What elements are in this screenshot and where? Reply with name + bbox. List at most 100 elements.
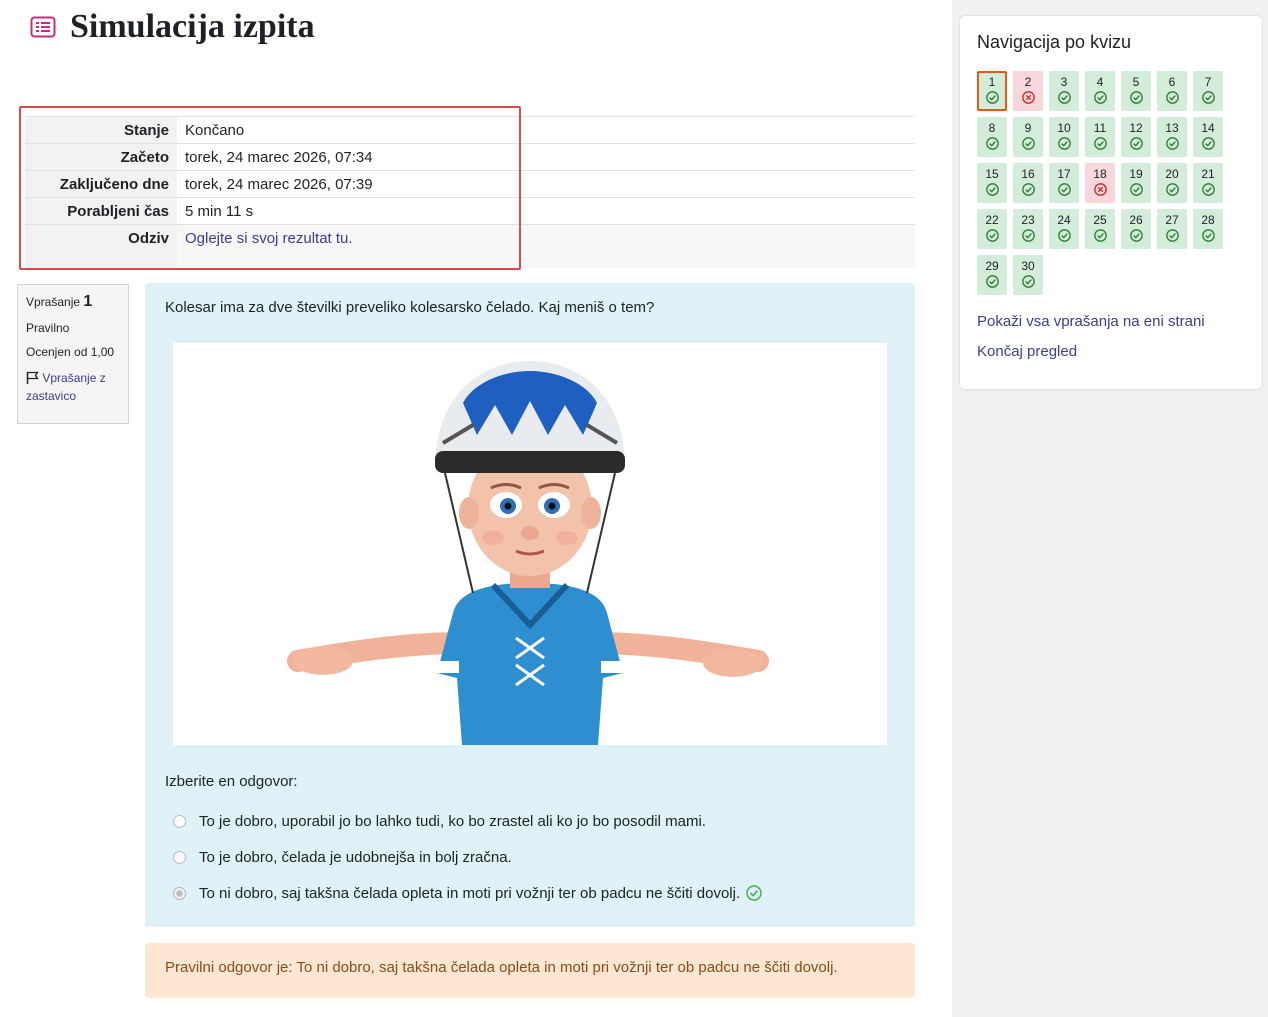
nav-question-number: 16 [1021, 167, 1035, 181]
nav-question-number: 3 [1060, 75, 1068, 89]
nav-question-button[interactable]: 12 [1121, 117, 1151, 157]
nav-question-button[interactable]: 20 [1157, 163, 1187, 203]
nav-question-button[interactable]: 11 [1085, 117, 1115, 157]
nav-question-button[interactable]: 9 [1013, 117, 1043, 157]
correct-icon [1129, 137, 1143, 150]
correct-icon [1165, 137, 1179, 150]
answer-prompt: Izberite en odgovor: [165, 773, 298, 790]
nav-question-button[interactable]: 26 [1121, 209, 1151, 249]
attempt-summary-table: Stanje Končano Začeto torek, 24 marec 20… [25, 116, 915, 268]
nav-question-button[interactable]: 28 [1193, 209, 1223, 249]
nav-question-number: 25 [1093, 213, 1107, 227]
correct-icon [1093, 137, 1107, 150]
summary-label: Zaključeno dne [25, 170, 177, 198]
answer-list: To je dobro, uporabil jo bo lahko tudi, … [173, 803, 762, 911]
correct-icon [1201, 183, 1215, 196]
answer-radio-selected[interactable] [173, 886, 186, 900]
summary-value: Končano [177, 116, 915, 144]
answer-radio[interactable] [173, 814, 186, 828]
nav-question-button[interactable]: 15 [977, 163, 1007, 203]
nav-question-button[interactable]: 24 [1049, 209, 1079, 249]
summary-row-started: Začeto torek, 24 marec 2026, 07:34 [25, 143, 915, 171]
nav-question-button[interactable]: 22 [977, 209, 1007, 249]
nav-question-number: 13 [1165, 121, 1179, 135]
flag-icon [26, 371, 42, 385]
nav-question-number: 21 [1201, 167, 1215, 181]
correct-icon [1057, 183, 1071, 196]
nav-question-button[interactable]: 13 [1157, 117, 1187, 157]
incorrect-icon [1021, 91, 1035, 104]
nav-question-number: 5 [1132, 75, 1140, 89]
summary-label: Porabljeni čas [25, 197, 177, 225]
question-number-prefix: Vprašanje [26, 295, 81, 309]
question-info-panel: Vprašanje 1 Pravilno Ocenjen od 1,00 Vpr… [17, 284, 129, 424]
correct-icon [985, 137, 999, 150]
correct-icon [1129, 91, 1143, 104]
view-result-link[interactable]: Oglejte si svoj rezultat tu. [185, 230, 353, 247]
nav-question-button[interactable]: 17 [1049, 163, 1079, 203]
question-number: Vprašanje 1 [26, 293, 120, 311]
correct-icon [985, 183, 999, 196]
correct-icon [1165, 91, 1179, 104]
correct-icon [1057, 137, 1071, 150]
summary-label: Odziv [25, 224, 177, 268]
nav-question-button[interactable]: 5 [1121, 71, 1151, 111]
correct-icon [1165, 183, 1179, 196]
correct-icon [1165, 229, 1179, 242]
correct-icon [1201, 137, 1215, 150]
answer-option-2[interactable]: To je dobro, čelada je udobnejša in bolj… [173, 839, 762, 875]
question-image [173, 343, 887, 745]
nav-question-number: 6 [1168, 75, 1176, 89]
nav-question-button[interactable]: 27 [1157, 209, 1187, 249]
nav-question-button[interactable]: 21 [1193, 163, 1223, 203]
nav-question-button[interactable]: 18 [1085, 163, 1115, 203]
correct-icon [1129, 183, 1143, 196]
question-button-grid: 1 2 3 4 5 6 7 8 9 10 11 12 13 14 15 16 17 18 19 20 21 22 23 24 2… [977, 71, 1245, 295]
nav-question-button[interactable]: 14 [1193, 117, 1223, 157]
page-title: Simulacija izpita [70, 8, 315, 45]
answer-option-1[interactable]: To je dobro, uporabil jo bo lahko tudi, … [173, 803, 762, 839]
nav-question-button[interactable]: 2 [1013, 71, 1043, 111]
nav-question-button[interactable]: 25 [1085, 209, 1115, 249]
nav-question-button[interactable]: 7 [1193, 71, 1223, 111]
show-all-questions-link[interactable]: Pokaži vsa vprašanja na eni strani [977, 313, 1205, 330]
finish-review-link[interactable]: Končaj pregled [977, 343, 1077, 360]
nav-question-number: 2 [1024, 75, 1032, 89]
nav-question-button[interactable]: 3 [1049, 71, 1079, 111]
quiz-navigation-title: Navigacija po kvizu [977, 32, 1132, 52]
nav-question-button[interactable]: 6 [1157, 71, 1187, 111]
nav-question-number: 14 [1201, 121, 1215, 135]
nav-question-button[interactable]: 16 [1013, 163, 1043, 203]
summary-row-duration: Porabljeni čas 5 min 11 s [25, 197, 915, 225]
nav-question-button[interactable]: 10 [1049, 117, 1079, 157]
nav-question-button[interactable]: 19 [1121, 163, 1151, 203]
nav-question-number: 8 [988, 121, 996, 135]
flag-question-link[interactable]: Vprašanje z zastavico [26, 369, 120, 405]
correct-answer-feedback: Pravilni odgovor je: To ni dobro, saj ta… [145, 943, 915, 998]
question-text: Kolesar ima za dve številki preveliko ko… [165, 299, 655, 316]
nav-question-number: 4 [1096, 75, 1104, 89]
summary-label: Stanje [25, 116, 177, 144]
nav-question-button[interactable]: 8 [977, 117, 1007, 157]
nav-question-number: 20 [1165, 167, 1179, 181]
nav-question-button[interactable]: 29 [977, 255, 1007, 295]
summary-label: Začeto [25, 143, 177, 171]
correct-icon [1057, 91, 1071, 104]
nav-question-button[interactable]: 23 [1013, 209, 1043, 249]
correct-icon [1021, 183, 1035, 196]
summary-row-completed: Zaključeno dne torek, 24 marec 2026, 07:… [25, 170, 915, 198]
question-grade: Ocenjen od 1,00 [26, 345, 115, 359]
nav-question-number: 10 [1057, 121, 1071, 135]
nav-question-button[interactable]: 30 [1013, 255, 1043, 295]
nav-question-number: 11 [1093, 121, 1107, 135]
correct-icon [1201, 229, 1215, 242]
correct-icon [1021, 137, 1035, 150]
answer-radio[interactable] [173, 850, 186, 864]
main-region: Simulacija izpita Stanje Končano Začeto … [0, 0, 952, 1017]
nav-question-number: 22 [985, 213, 999, 227]
answer-option-3[interactable]: To ni dobro, saj takšna čelada opleta in… [173, 875, 762, 911]
nav-question-button[interactable]: 4 [1085, 71, 1115, 111]
nav-question-number: 18 [1093, 167, 1107, 181]
nav-question-button[interactable]: 1 [977, 71, 1007, 111]
correct-icon [1093, 91, 1107, 104]
